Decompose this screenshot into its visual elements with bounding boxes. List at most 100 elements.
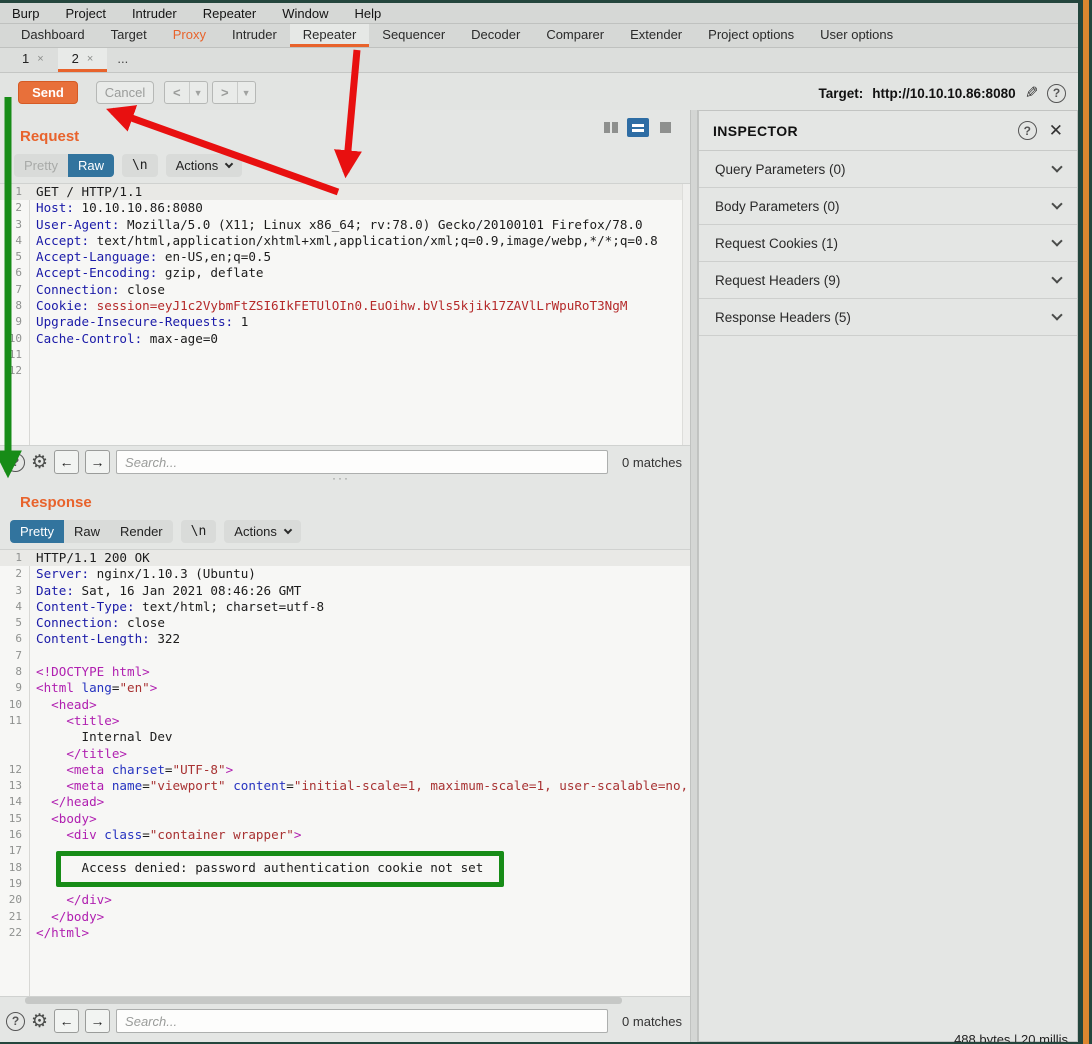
request-view-tabs: Pretty Raw \n Actions xyxy=(14,154,242,177)
next-dropdown-icon[interactable]: ▼ xyxy=(237,82,255,103)
response-tab-render[interactable]: Render xyxy=(110,520,173,543)
tab-sequencer[interactable]: Sequencer xyxy=(369,24,458,47)
layout-columns-button[interactable] xyxy=(600,118,622,137)
response-tab-label: \n xyxy=(191,524,207,539)
inspector-section-response-headers[interactable]: Response Headers (5) xyxy=(699,299,1077,336)
request-tab-group: \n xyxy=(122,154,158,177)
target-url: http://10.10.10.86:8080 xyxy=(872,86,1015,101)
inspector-close-icon[interactable]: ✕ xyxy=(1049,121,1063,141)
inspector-section-query-parameters[interactable]: Query Parameters (0) xyxy=(699,151,1077,188)
tab-proxy[interactable]: Proxy xyxy=(160,24,219,47)
chevron-down-icon[interactable] xyxy=(1051,309,1062,320)
request-tab-actions[interactable]: Actions xyxy=(166,154,243,177)
tab-intruder[interactable]: Intruder xyxy=(219,24,290,47)
tab-comparer[interactable]: Comparer xyxy=(533,24,617,47)
response-search-next-button[interactable]: → xyxy=(85,1009,110,1033)
response-tab-raw[interactable]: Raw xyxy=(64,520,110,543)
response-tab-actions[interactable]: Actions xyxy=(224,520,301,543)
response-tab-group: \n xyxy=(181,520,217,543)
target-bar: Target: http://10.10.10.86:8080 ✎ ? xyxy=(819,83,1067,103)
response-horizontal-scrollbar[interactable] xyxy=(25,997,622,1004)
editor-line: 4Accept: text/html,application/xhtml+xml… xyxy=(0,233,690,249)
line-content: HTTP/1.1 200 OK xyxy=(29,550,690,566)
repeater-tab-2[interactable]: 2× xyxy=(58,48,108,72)
tab-project-options[interactable]: Project options xyxy=(695,24,807,47)
request-editor-scrollbar[interactable] xyxy=(682,184,690,445)
menu-item-repeater[interactable]: Repeater xyxy=(203,6,256,21)
request-tab-label: Pretty xyxy=(24,158,58,173)
prev-dropdown-icon[interactable]: ▼ xyxy=(189,82,207,103)
send-button[interactable]: Send xyxy=(18,81,78,104)
close-tab-icon[interactable]: × xyxy=(37,53,43,65)
tab-extender[interactable]: Extender xyxy=(617,24,695,47)
line-content: Date: Sat, 16 Jan 2021 08:46:26 GMT xyxy=(29,583,690,599)
request-search-settings-icon[interactable]: ⚙ xyxy=(31,453,48,472)
inspector-splitter[interactable] xyxy=(690,110,698,1042)
line-content xyxy=(29,876,690,892)
layout-single-button[interactable] xyxy=(654,118,676,137)
chevron-down-icon[interactable] xyxy=(1051,161,1062,172)
response-search-settings-icon[interactable]: ⚙ xyxy=(31,1012,48,1031)
line-number: 12 xyxy=(0,762,29,778)
inspector-section-request-headers[interactable]: Request Headers (9) xyxy=(699,262,1077,299)
menu-item-help[interactable]: Help xyxy=(354,6,381,21)
target-help-icon[interactable]: ? xyxy=(1047,84,1066,103)
chevron-down-icon[interactable] xyxy=(1051,235,1062,246)
layout-rows-button[interactable] xyxy=(627,118,649,137)
repeater-tab-1[interactable]: 1× xyxy=(8,48,58,72)
line-content: <div class="container wrapper"> xyxy=(29,827,690,843)
menu-item-project[interactable]: Project xyxy=(65,6,105,21)
response-search-bar: ? ⚙ ← → 0 matches xyxy=(0,1006,690,1036)
inspector-section-request-cookies[interactable]: Request Cookies (1) xyxy=(699,225,1077,262)
response-tab-label: Raw xyxy=(74,524,100,539)
edit-target-icon[interactable]: ✎ xyxy=(1025,83,1038,103)
request-editor[interactable]: 1GET / HTTP/1.12Host: 10.10.10.86:80803U… xyxy=(0,183,690,446)
request-search-prev-button[interactable]: ← xyxy=(54,450,79,474)
tab-repeater[interactable]: Repeater xyxy=(290,24,369,47)
menu-item-intruder[interactable]: Intruder xyxy=(132,6,177,21)
request-tab-raw[interactable]: Raw xyxy=(68,154,114,177)
response-search-input[interactable] xyxy=(116,1009,608,1033)
request-search-input[interactable] xyxy=(116,450,608,474)
line-number: 1 xyxy=(0,184,29,200)
editor-line: 11 <title> xyxy=(0,713,690,729)
tab-user-options[interactable]: User options xyxy=(807,24,906,47)
chevron-down-icon[interactable] xyxy=(1051,198,1062,209)
inspector-section-body-parameters[interactable]: Body Parameters (0) xyxy=(699,188,1077,225)
cancel-button[interactable]: Cancel xyxy=(96,81,154,104)
line-number: 10 xyxy=(0,697,29,713)
line-number: 5 xyxy=(0,249,29,265)
menu-item-burp[interactable]: Burp xyxy=(12,6,39,21)
request-search-help-icon[interactable]: ? xyxy=(6,453,25,472)
next-request-button[interactable]: > ▼ xyxy=(212,81,256,104)
tab-decoder[interactable]: Decoder xyxy=(458,24,533,47)
inspector-help-icon[interactable]: ? xyxy=(1018,121,1037,140)
line-content: <!DOCTYPE html> xyxy=(29,664,690,680)
inspector-panel: INSPECTOR ? ✕ Query Parameters (0)Body P… xyxy=(698,110,1078,1042)
window-frame-top xyxy=(0,0,1092,3)
request-tab-label: \n xyxy=(132,158,148,173)
repeater-tab-label: 1 xyxy=(22,51,29,66)
prev-request-button[interactable]: < ▼ xyxy=(164,81,208,104)
response-tab-n[interactable]: \n xyxy=(181,520,217,543)
line-number: 11 xyxy=(0,347,29,363)
chevron-down-icon[interactable] xyxy=(1051,272,1062,283)
response-tab-pretty[interactable]: Pretty xyxy=(10,520,64,543)
request-search-next-button[interactable]: → xyxy=(85,450,110,474)
tab-target[interactable]: Target xyxy=(98,24,160,47)
editor-line: 5Accept-Language: en-US,en;q=0.5 xyxy=(0,249,690,265)
response-search-prev-button[interactable]: ← xyxy=(54,1009,79,1033)
request-tab-pretty[interactable]: Pretty xyxy=(14,154,68,177)
editor-line: 10 <head> xyxy=(0,697,690,713)
tab-dashboard[interactable]: Dashboard xyxy=(8,24,98,47)
request-response-splitter-handle[interactable]: ··· xyxy=(332,471,350,485)
close-tab-icon[interactable]: × xyxy=(87,53,93,65)
editor-line: 1GET / HTTP/1.1 xyxy=(0,184,690,200)
response-editor[interactable]: 1HTTP/1.1 200 OK2Server: nginx/1.10.3 (U… xyxy=(0,549,690,997)
repeater-tab-item[interactable]: ... xyxy=(107,48,138,72)
chevron-down-icon xyxy=(284,526,292,534)
response-search-matches: 0 matches xyxy=(622,1014,682,1029)
menu-item-window[interactable]: Window xyxy=(282,6,328,21)
response-search-help-icon[interactable]: ? xyxy=(6,1012,25,1031)
request-tab-n[interactable]: \n xyxy=(122,154,158,177)
